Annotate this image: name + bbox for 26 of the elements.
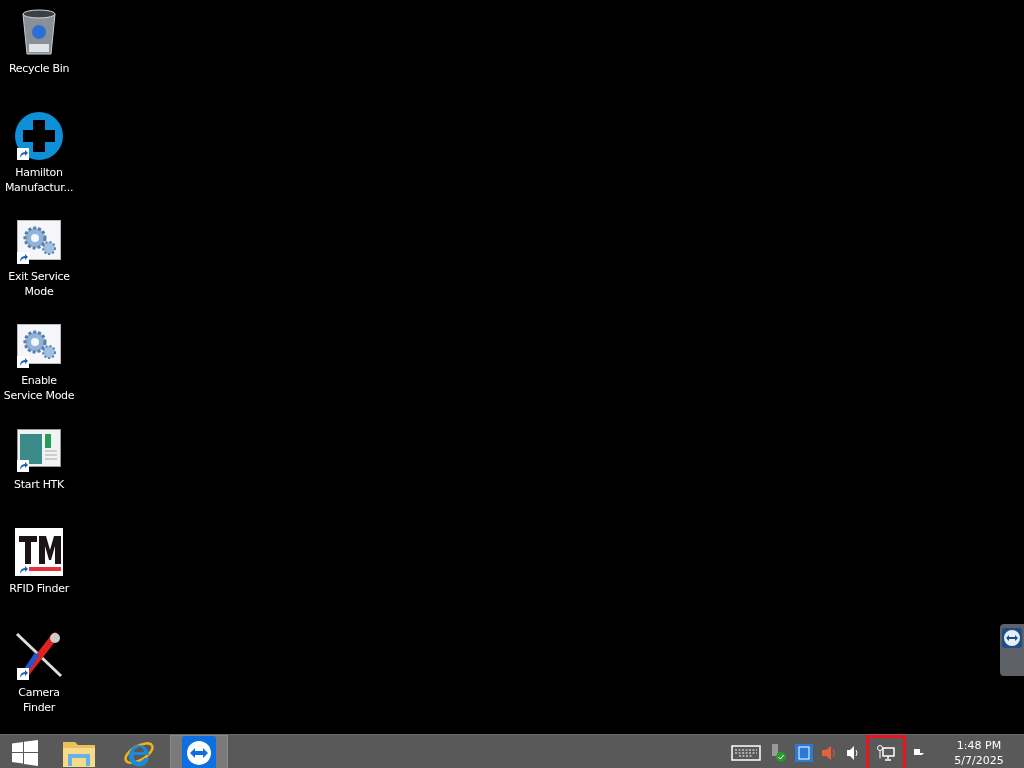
shortcut-label: Start HTK bbox=[13, 477, 65, 492]
shortcut-label: Recycle Bin bbox=[7, 61, 71, 76]
plus-icon bbox=[15, 112, 63, 160]
gears-icon bbox=[17, 324, 61, 364]
tm-logo-icon bbox=[15, 528, 63, 576]
double-arrow-icon bbox=[182, 736, 216, 768]
gears-icon bbox=[17, 220, 61, 260]
clock-time: 1:48 PM bbox=[956, 738, 1002, 753]
shortcut-label: Hamilton Manufactur... bbox=[3, 165, 75, 195]
taskbar-app-button[interactable] bbox=[170, 735, 228, 768]
recycle-bin-icon bbox=[19, 8, 59, 56]
network-icon[interactable] bbox=[877, 745, 895, 761]
windows-logo-icon bbox=[12, 740, 38, 766]
side-panel-tab[interactable] bbox=[1000, 624, 1024, 676]
shortcut-label: RFID Finder bbox=[8, 581, 71, 596]
shortcut-label: Camera Finder bbox=[17, 685, 61, 715]
keyboard-icon[interactable] bbox=[731, 745, 761, 761]
clock[interactable]: 1:48 PM 5/7/2025 bbox=[934, 735, 1024, 768]
window-icon bbox=[17, 429, 61, 467]
usb-check-icon[interactable] bbox=[769, 744, 787, 762]
shortcut-label: Enable Service Mode bbox=[2, 373, 76, 403]
shortcut-label: Exit Service Mode bbox=[7, 269, 71, 299]
clock-date: 5/7/2025 bbox=[954, 753, 1004, 768]
double-arrow-icon bbox=[1002, 628, 1022, 648]
volume-icon[interactable] bbox=[846, 745, 860, 761]
tools-icon bbox=[15, 632, 63, 680]
